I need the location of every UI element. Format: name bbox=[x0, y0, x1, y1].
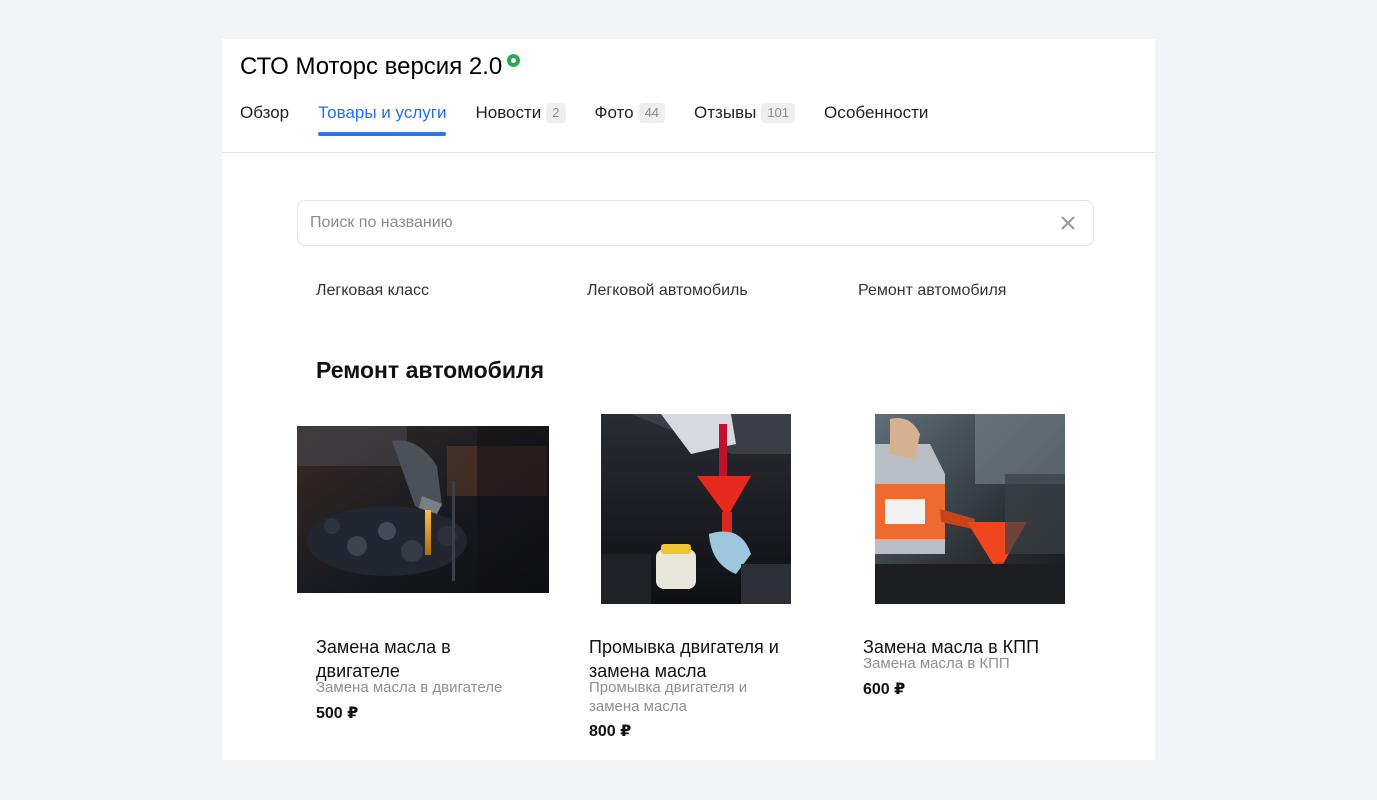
tab-goods-services[interactable]: Товары и услуги bbox=[318, 102, 447, 136]
business-title: СТО Моторс версия 2.0 bbox=[240, 53, 503, 80]
tab-overview[interactable]: Обзор bbox=[240, 102, 289, 124]
tab-count-badge: 2 bbox=[546, 103, 566, 123]
tab-news[interactable]: Новости 2 bbox=[475, 102, 566, 124]
verified-check-icon bbox=[507, 54, 520, 67]
product-image bbox=[875, 414, 1065, 604]
product-description: Замена масла в двигателе bbox=[316, 679, 503, 696]
tab-count-badge: 101 bbox=[761, 103, 796, 123]
tab-bar: Обзор Товары и услуги Новости 2 Фото 44 … bbox=[240, 102, 957, 136]
tab-label: Новости bbox=[475, 103, 542, 122]
section-title: Ремонт автомобиля bbox=[316, 357, 545, 383]
category-link[interactable]: Легковая класс bbox=[316, 280, 429, 302]
product-image bbox=[601, 414, 791, 604]
tab-label: Отзывы bbox=[694, 103, 757, 122]
search-box bbox=[297, 200, 1094, 246]
organization-card: СТО Моторс версия 2.0 Обзор Товары и усл… bbox=[222, 39, 1155, 760]
tab-label: Товары и услуги bbox=[318, 103, 447, 122]
product-price: 600 ₽ bbox=[863, 681, 906, 698]
product-name: Промывка двигателя и замена масла bbox=[589, 637, 779, 681]
category-link[interactable]: Ремонт автомобиля bbox=[858, 280, 1006, 302]
product-price: 500 ₽ bbox=[316, 705, 359, 722]
search-input[interactable] bbox=[310, 201, 1050, 245]
tab-photos[interactable]: Фото 44 bbox=[595, 102, 666, 124]
product-description: Замена масла в КПП bbox=[863, 655, 1010, 672]
tab-label: Фото bbox=[594, 103, 634, 122]
tab-features[interactable]: Особенности bbox=[824, 102, 928, 124]
product-image bbox=[297, 426, 549, 593]
close-icon[interactable] bbox=[1057, 212, 1079, 234]
product-name: Замена масла в двигателе bbox=[316, 637, 451, 681]
tab-reviews[interactable]: Отзывы 101 bbox=[694, 102, 796, 124]
tab-label: Особенности bbox=[824, 103, 929, 122]
category-link[interactable]: Легковой автомобиль bbox=[587, 280, 748, 302]
card-header: СТО Моторс версия 2.0 Обзор Товары и усл… bbox=[222, 39, 1155, 153]
tab-count-badge: 44 bbox=[638, 103, 666, 123]
category-filters: Легковая класс Легковой автомобиль Ремон… bbox=[316, 280, 1116, 304]
tab-label: Обзор bbox=[240, 103, 290, 122]
product-price: 800 ₽ bbox=[589, 723, 632, 740]
product-description: Промывка двигателя и замена масла bbox=[589, 679, 748, 715]
